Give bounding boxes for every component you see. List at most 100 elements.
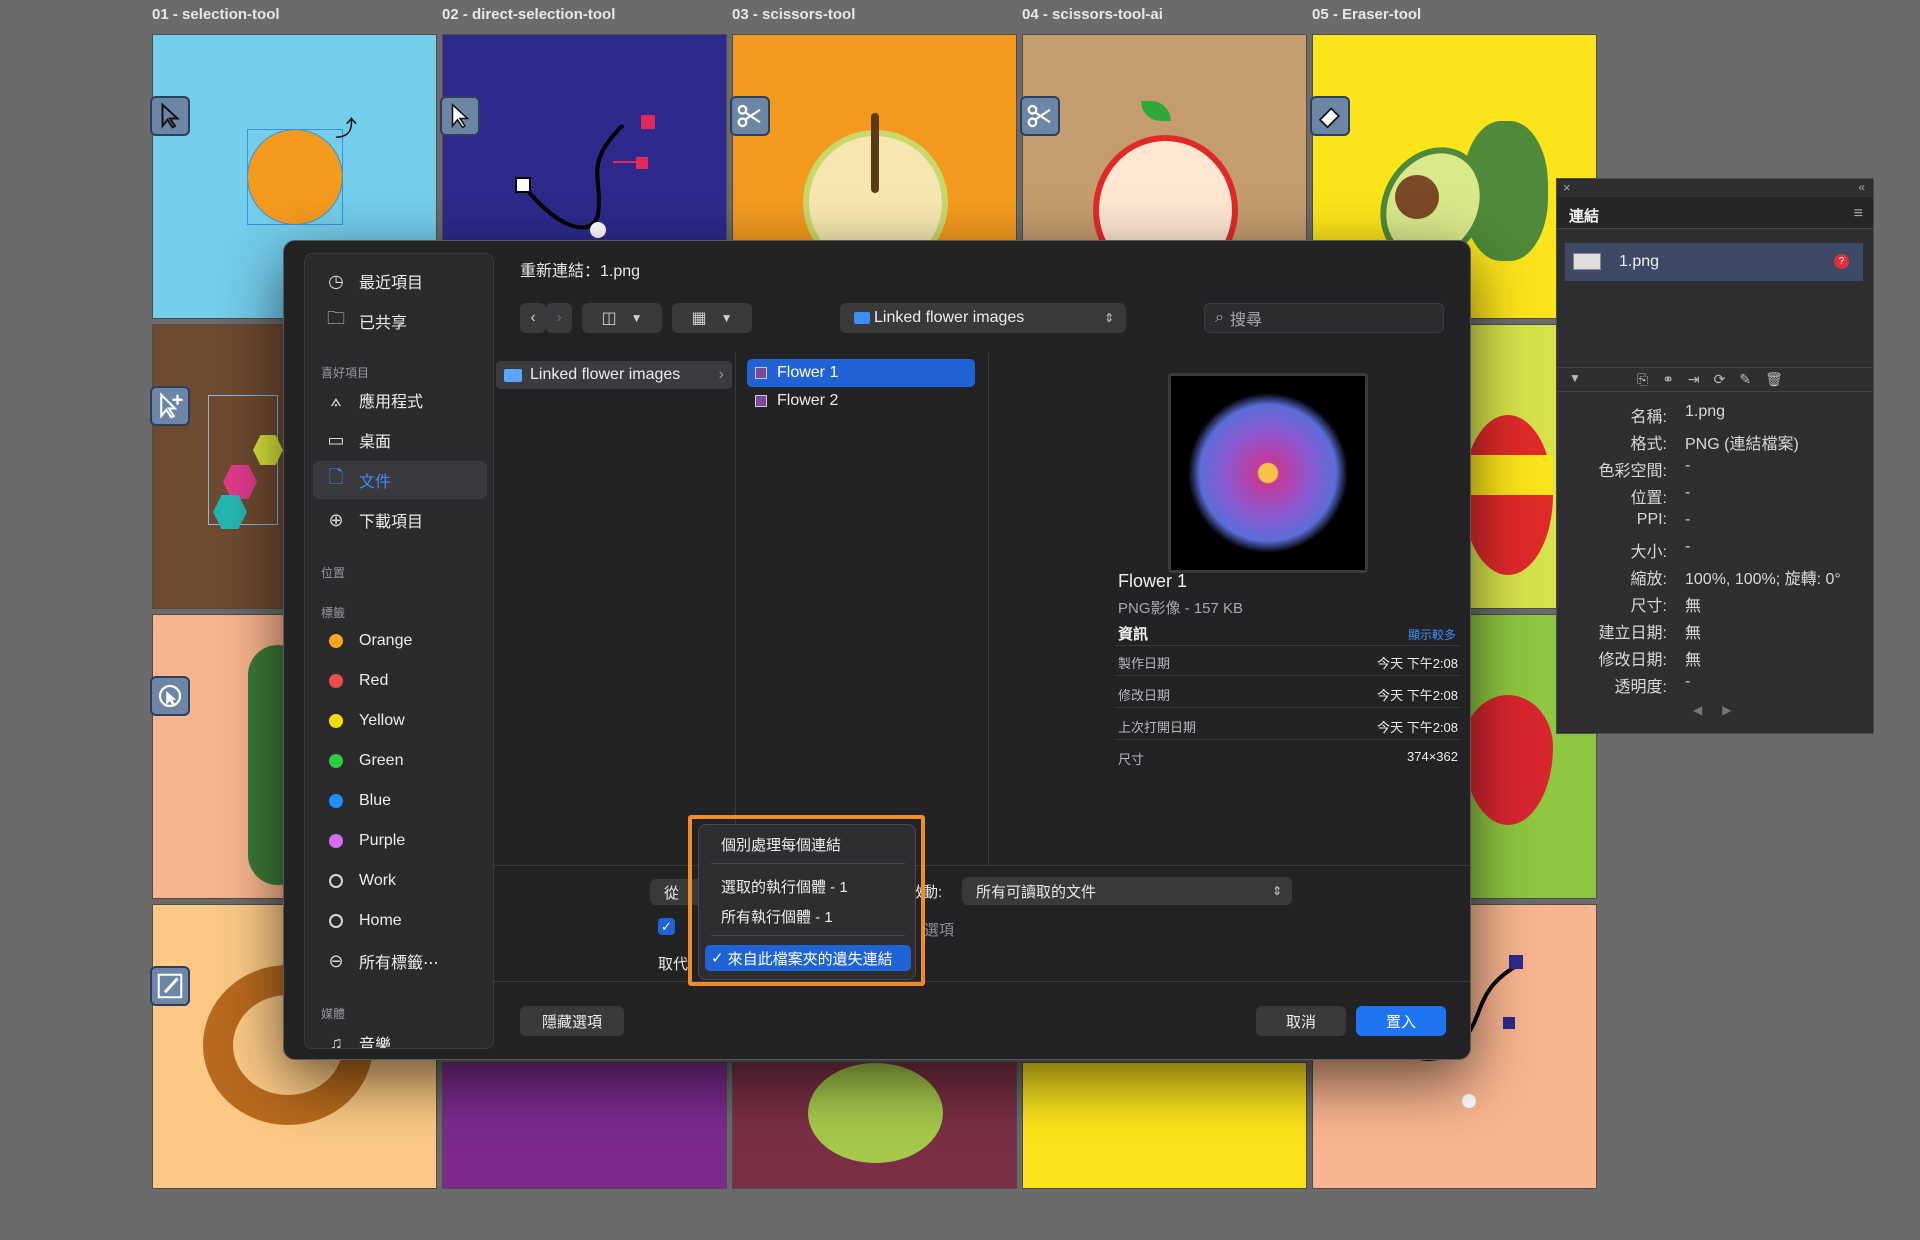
group-button[interactable]: ▦ ▼	[672, 303, 752, 333]
file-row-flower-1[interactable]: Flower 1	[747, 359, 975, 387]
sidebar-header-tags: 標籤	[321, 606, 346, 620]
artboard-maroon[interactable]	[732, 1062, 1017, 1189]
image-file-icon	[755, 367, 767, 379]
direct-selection-tool-icon	[440, 96, 480, 136]
tag-dot-icon	[329, 794, 343, 808]
links-panel-title: 連結	[1569, 208, 1600, 225]
info-key: 尺寸	[1118, 752, 1145, 767]
checkmark-icon: ✓	[661, 918, 672, 934]
tag-green[interactable]: Green	[313, 742, 487, 780]
tag-dot-icon	[329, 714, 343, 728]
yellow-band	[1463, 455, 1553, 495]
tag-dot-icon	[329, 834, 343, 848]
stem	[871, 113, 879, 193]
chevron-left-icon: ‹	[530, 309, 536, 326]
pear-green	[808, 1063, 943, 1163]
column-view-button[interactable]: ◫ ▼	[582, 303, 662, 333]
prop-key: 修改日期:	[1598, 652, 1667, 669]
sidebar-item-shared[interactable]: 🗀 已共享	[313, 302, 487, 340]
menu-item-each-link[interactable]: 個別處理每個連結	[705, 831, 911, 857]
tag-blue[interactable]: Blue	[313, 782, 487, 820]
tag-dot-icon	[329, 634, 343, 648]
checkmark-icon: ✓	[711, 950, 724, 967]
menu-item-missing-links-folder[interactable]: ✓ 來自此檔案夾的遺失連結	[705, 945, 911, 971]
hide-options-button[interactable]: 隱藏選項	[520, 1006, 624, 1036]
panel-menu-icon[interactable]: ≡	[1854, 205, 1863, 223]
search-icon: ⌕	[1215, 309, 1224, 326]
info-key: 修改日期	[1118, 688, 1171, 703]
tag-ring-icon	[329, 874, 343, 888]
folder-icon	[854, 312, 870, 324]
chevron-right-icon: ›	[556, 309, 562, 326]
collapse-icon[interactable]: «	[1858, 180, 1865, 194]
tags-icon: ⊖	[328, 950, 344, 971]
enable-select[interactable]: 所有可讀取的文件 ⇕	[962, 877, 1292, 905]
menu-item-all-instances[interactable]: 所有執行個體 - 1	[705, 903, 911, 929]
forward-button[interactable]: ›	[546, 303, 572, 333]
link-row-1png[interactable]: 1.png ?	[1565, 243, 1863, 281]
sidebar-item-downloads[interactable]: ⊕ 下載項目	[313, 501, 487, 539]
tag-red[interactable]: Red	[313, 662, 487, 700]
tag-label: Yellow	[359, 712, 405, 729]
tag-dot-icon	[329, 754, 343, 768]
prop-value: PNG (連結檔案)	[1685, 436, 1799, 453]
artboard-yellow[interactable]	[1022, 1062, 1307, 1189]
apple-leaf	[1141, 101, 1171, 121]
search-input[interactable]: ⌕ 搜尋	[1204, 303, 1444, 333]
file-row-flower-2[interactable]: Flower 2	[747, 387, 975, 415]
artboard-purple[interactable]	[442, 1062, 727, 1189]
sidebar-item-applications[interactable]: ⟑ 應用程式	[313, 381, 487, 419]
options-divider	[492, 865, 1470, 866]
sidebar-header-media: 媒體	[321, 1007, 346, 1021]
prop-key: 位置:	[1630, 490, 1667, 507]
bottom-divider	[492, 981, 1470, 982]
file-name: Flower 2	[777, 392, 839, 409]
tag-home[interactable]: Home	[313, 902, 487, 940]
prop-key: PPI:	[1636, 511, 1667, 528]
menu-separator	[711, 863, 905, 864]
file-column: Flower 1 Flower 2	[737, 353, 989, 865]
sidebar-item-label: 桌面	[359, 434, 392, 451]
sidebar-item-recent[interactable]: ◷ 最近項目	[313, 262, 487, 300]
sidebar-item-label: 音樂	[359, 1037, 392, 1049]
back-button[interactable]: ‹	[520, 303, 546, 333]
sidebar-header-locations: 位置	[321, 566, 346, 580]
tag-yellow[interactable]: Yellow	[313, 702, 487, 740]
sidebar-item-label: 文件	[359, 474, 392, 491]
search-placeholder: 搜尋	[1229, 312, 1262, 329]
tag-label: Orange	[359, 632, 413, 649]
folder-name: Linked flower images	[530, 366, 681, 383]
prop-value: 1.png	[1685, 403, 1726, 420]
divider	[1116, 675, 1460, 676]
links-panel: × « 連結 ≡ 1.png ? ▼ ⎘⚭⇥⟳✎🗑 名稱: 1.png 格式: …	[1556, 178, 1874, 734]
tag-purple[interactable]: Purple	[313, 822, 487, 860]
show-more-link[interactable]: 顯示較多	[1408, 626, 1456, 643]
pager-arrows-icon[interactable]: ◀▶	[1693, 703, 1751, 717]
place-button[interactable]: 置入	[1356, 1006, 1446, 1036]
menu-item-selected-instances[interactable]: 選取的執行個體 - 1	[705, 873, 911, 899]
location-select[interactable]: Linked flower images ⇕	[840, 303, 1126, 333]
location-select-value: Linked flower images	[874, 309, 1025, 326]
options-checkbox[interactable]: ✓	[658, 918, 675, 935]
preview-file-kind: PNG影像 - 157 KB	[1118, 600, 1244, 617]
sidebar-item-music[interactable]: ♫ 音樂	[313, 1024, 487, 1049]
close-icon[interactable]: ×	[1563, 180, 1571, 195]
links-toolbar-icons[interactable]: ⎘⚭⇥⟳✎🗑	[1637, 371, 1797, 388]
avocado-pit	[1395, 175, 1439, 219]
sidebar-item-desktop[interactable]: ▭ 桌面	[313, 421, 487, 459]
artboard-label-2: 02 - direct-selection-tool	[442, 6, 616, 23]
tag-work[interactable]: Work	[313, 862, 487, 900]
show-info-toggle-icon[interactable]: ▼	[1569, 371, 1581, 385]
folder-row[interactable]: Linked flower images ›	[496, 361, 732, 389]
tag-orange[interactable]: Orange	[313, 622, 487, 660]
sidebar-item-all-tags[interactable]: ⊖ 所有標籤⋯	[313, 942, 487, 980]
info-value: 今天 下午2:08	[1377, 656, 1458, 671]
sidebar-item-documents[interactable]: 🗋 文件	[313, 461, 487, 499]
chevron-down-icon: ▼	[720, 311, 733, 325]
columns-icon: ◫	[601, 310, 617, 327]
cancel-button[interactable]: 取消	[1256, 1006, 1346, 1036]
dialog-title: 重新連結：1.png	[520, 263, 641, 280]
info-key: 上次打開日期	[1118, 720, 1197, 735]
tag-label: Red	[359, 672, 389, 689]
artboard-label-3: 03 - scissors-tool	[732, 6, 856, 23]
